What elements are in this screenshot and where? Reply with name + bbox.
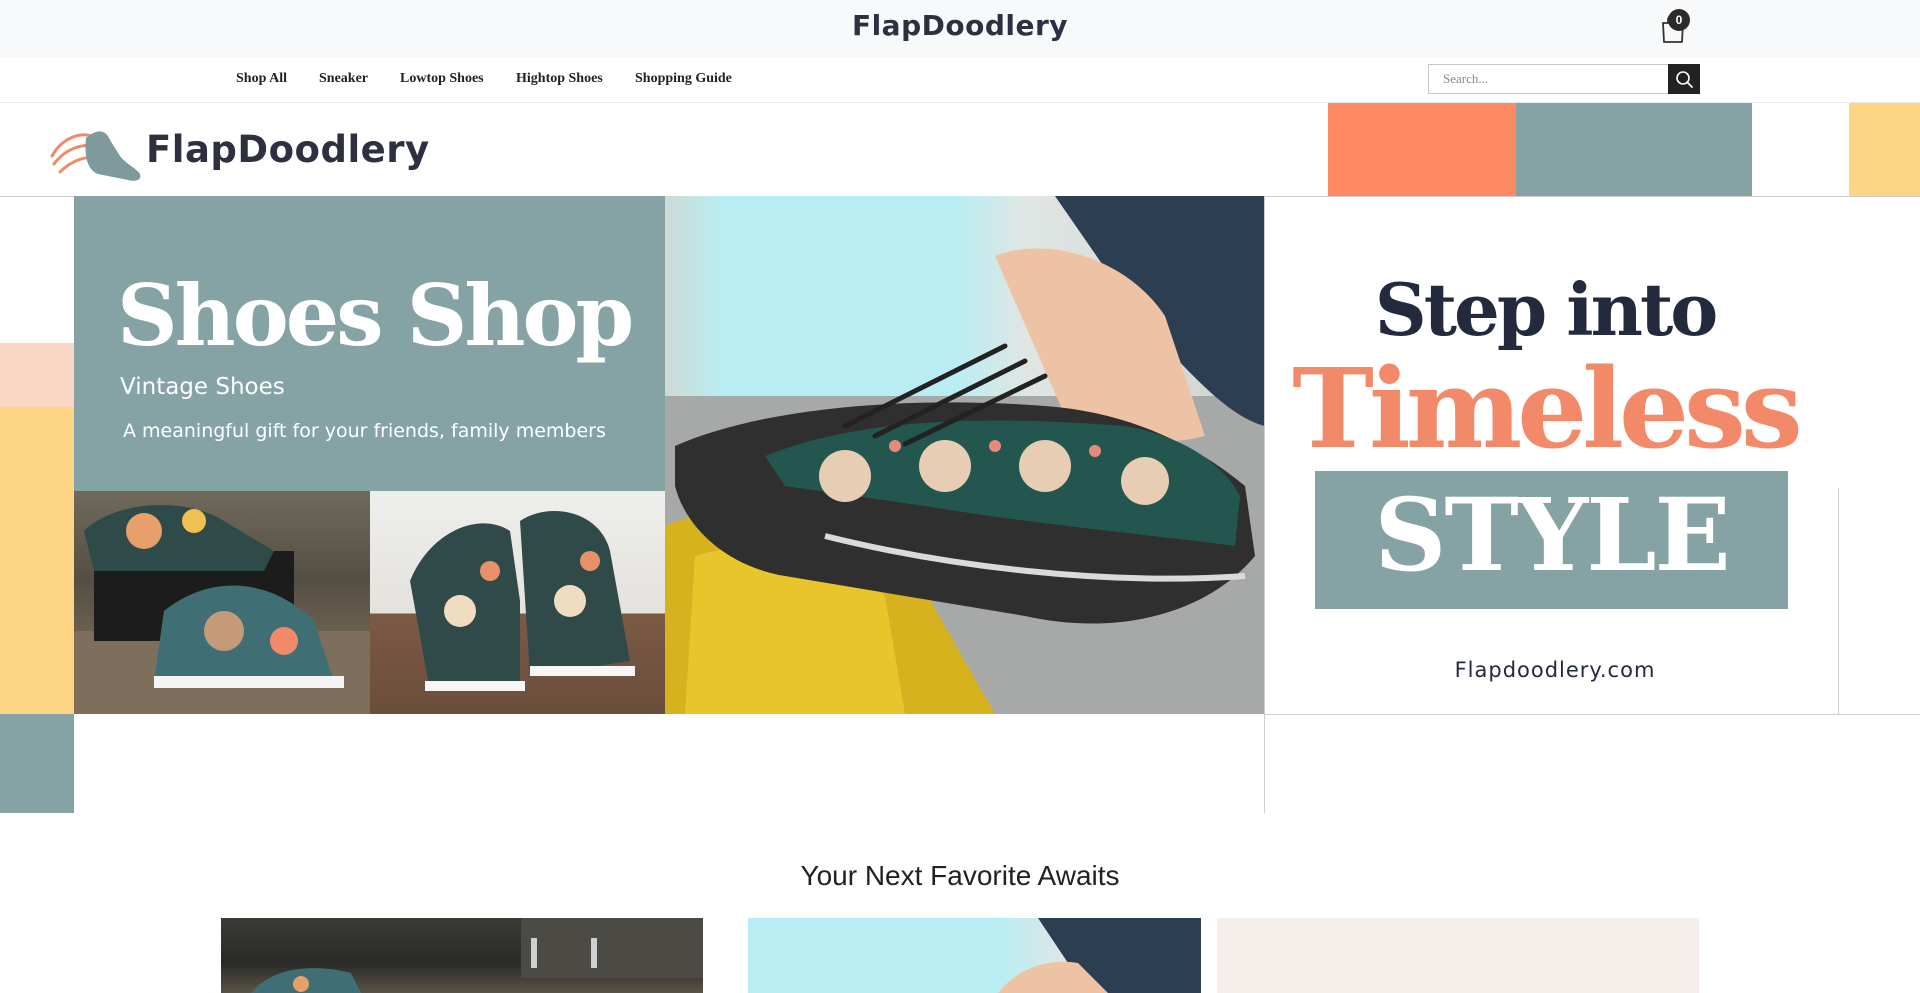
search-input[interactable]	[1428, 64, 1680, 94]
headline-step-into: Step into	[1374, 267, 1718, 352]
sage-side-block	[0, 714, 74, 813]
product-card[interactable]	[1217, 918, 1699, 993]
nav-item-lowtop-shoes[interactable]: Lowtop Shoes	[400, 71, 484, 87]
section-title: Your Next Favorite Awaits	[800, 860, 1120, 891]
shoes-shop-panel: Shoes Shop Vintage Shoes A meaningful gi…	[74, 196, 665, 491]
site-url: Flapdoodlery.com	[1454, 658, 1656, 682]
nav-item-shop-all[interactable]: Shop All	[236, 71, 287, 87]
horizontal-divider	[1265, 714, 1920, 715]
hero-subtitle: Vintage Shoes	[120, 374, 285, 400]
site-logo[interactable]: FlapDoodlery	[0, 9, 1920, 42]
timeless-style-panel: Step into Timeless STYLE Flapdoodlery.co…	[1265, 196, 1920, 714]
search-button[interactable]	[1668, 64, 1700, 94]
product-card[interactable]	[221, 918, 703, 993]
hero-title: Shoes Shop	[117, 266, 634, 365]
cart-count-badge[interactable]: 0	[1668, 9, 1690, 31]
sneaker-logo-icon	[50, 131, 141, 181]
hero-brand-text: FlapDoodlery	[146, 128, 430, 171]
headline-style: STYLE	[1374, 476, 1731, 594]
hero-logo: FlapDoodlery	[50, 118, 429, 186]
product-photo-owl-hightop	[74, 491, 370, 714]
hero-banner[interactable]: FlapDoodlery Shoes Shop Vintage Shoes A …	[0, 103, 1920, 813]
sage-block	[1516, 103, 1752, 196]
peach-block	[0, 343, 74, 407]
coral-block	[1328, 103, 1516, 196]
vertical-divider-right	[1838, 488, 1839, 714]
yellow-block	[1849, 103, 1920, 196]
nav-item-hightop-shoes[interactable]: Hightop Shoes	[516, 71, 603, 87]
product-card[interactable]	[748, 918, 1201, 993]
yellow-side-block	[0, 407, 74, 714]
style-box: STYLE	[1315, 471, 1788, 609]
search-icon	[1676, 71, 1693, 88]
top-bar: FlapDoodlery	[0, 0, 1920, 57]
headline-timeless: Timeless	[1292, 344, 1803, 473]
nav-item-shopping-guide[interactable]: Shopping Guide	[635, 71, 732, 87]
product-photo-floral-hightop	[370, 491, 665, 714]
vertical-divider	[1264, 196, 1265, 813]
nav-item-sneaker[interactable]: Sneaker	[319, 71, 368, 87]
product-photo-teacup-lowtop	[665, 196, 1265, 714]
hero-tagline: A meaningful gift for your friends, fami…	[123, 420, 606, 442]
